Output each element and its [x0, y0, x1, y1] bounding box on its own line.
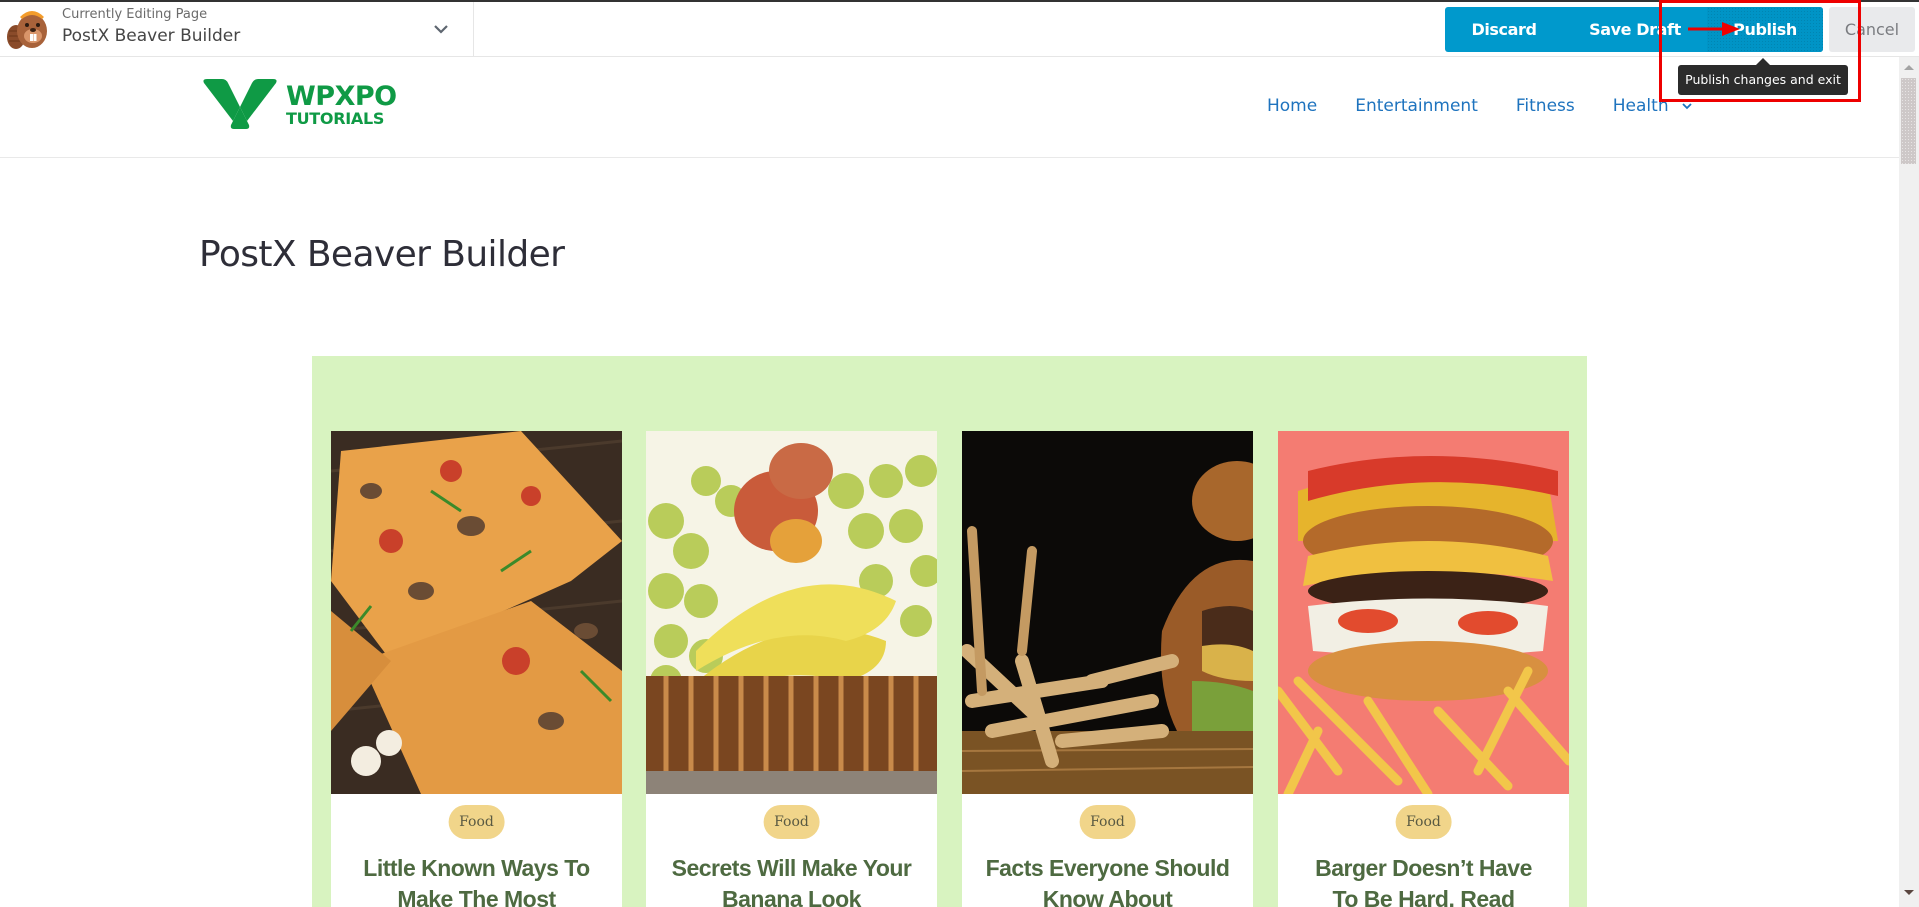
nav-item-health[interactable]: Health — [1613, 94, 1693, 118]
site-logo[interactable]: WPXPO TUTORIALS — [200, 77, 412, 133]
scroll-up-arrow-icon[interactable] — [1904, 65, 1914, 70]
site-header: WPXPO TUTORIALS Home Entertainment Fitne… — [0, 57, 1899, 158]
post-title[interactable]: Facts Everyone Should Know About — [962, 853, 1253, 907]
post-title[interactable]: Little Known Ways To Make The Most — [331, 853, 622, 907]
post-card[interactable]: Food Secrets Will Make Your Banana Look — [646, 431, 937, 907]
category-badge[interactable]: Food — [1395, 805, 1452, 839]
page-title: PostX Beaver Builder — [199, 234, 565, 275]
toolbar-divider — [473, 2, 474, 57]
chevron-down-icon — [1681, 103, 1692, 110]
wpxpo-logo-mark-icon — [203, 79, 277, 129]
page-switcher-chevron-down-icon[interactable] — [430, 18, 452, 40]
main-navigation: Home Entertainment Fitness Health — [1267, 94, 1693, 118]
publish-actions-group: Discard Save Draft Publish — [1445, 7, 1823, 52]
category-badge[interactable]: Food — [448, 805, 505, 839]
post-card[interactable]: Food Facts Everyone Should Know About — [962, 431, 1253, 907]
post-thumbnail-fruit-basket[interactable] — [646, 431, 937, 794]
post-card[interactable]: Food Little Known Ways To Make The Most — [331, 431, 622, 907]
editing-subtitle: Currently Editing Page — [62, 7, 208, 22]
post-grid-section: Food Little Known Ways To Make The Most — [312, 356, 1587, 907]
editing-page-name: PostX Beaver Builder — [62, 26, 241, 46]
scrollbar-thumb[interactable] — [1901, 78, 1916, 164]
nav-item-home[interactable]: Home — [1267, 94, 1317, 118]
post-title[interactable]: Secrets Will Make Your Banana Look — [646, 853, 937, 907]
nav-item-fitness[interactable]: Fitness — [1516, 94, 1575, 118]
publish-tooltip: Publish changes and exit — [1678, 58, 1848, 95]
post-thumbnail-pizza[interactable] — [331, 431, 622, 794]
post-thumbnail-burger-pink[interactable] — [1278, 431, 1569, 794]
publish-button[interactable]: Publish — [1707, 7, 1823, 52]
site-logo-text: WPXPO TUTORIALS — [286, 81, 397, 128]
scroll-down-arrow-icon[interactable] — [1904, 890, 1914, 895]
discard-button[interactable]: Discard — [1445, 7, 1563, 52]
builder-toolbar: Currently Editing Page PostX Beaver Buil… — [0, 0, 1919, 57]
post-card[interactable]: Food Barger Doesn’t Have To Be Hard. Rea… — [1278, 431, 1569, 907]
nav-item-health-label: Health — [1612, 96, 1669, 116]
nav-item-entertainment[interactable]: Entertainment — [1355, 94, 1478, 118]
category-badge[interactable]: Food — [1079, 805, 1136, 839]
post-thumbnail-burger-fries[interactable] — [962, 431, 1253, 794]
beaver-builder-logo-icon — [4, 5, 54, 53]
cancel-button[interactable]: Cancel — [1829, 7, 1915, 52]
category-badge[interactable]: Food — [763, 805, 820, 839]
editing-page-info: Currently Editing Page PostX Beaver Buil… — [62, 7, 240, 48]
save-draft-button[interactable]: Save Draft — [1563, 7, 1707, 52]
page-scrollbar[interactable] — [1899, 57, 1919, 907]
post-title[interactable]: Barger Doesn’t Have To Be Hard. Read — [1278, 853, 1569, 907]
